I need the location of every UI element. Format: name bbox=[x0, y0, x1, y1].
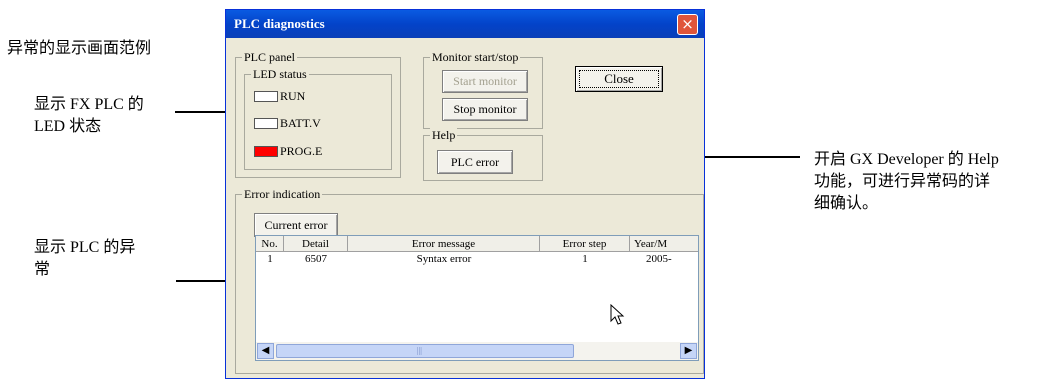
help-note-line2: 功能，可进行异常码的详 bbox=[814, 173, 991, 190]
led-note: 显示 FX PLC 的 LED 状态 bbox=[34, 94, 144, 138]
row-error-message: Syntax error bbox=[416, 253, 472, 265]
row-no: 1 bbox=[267, 253, 273, 265]
column-header-no[interactable]: No. bbox=[256, 236, 284, 252]
arrow-cursor-icon bbox=[610, 304, 625, 325]
scroll-thumb[interactable]: ||| bbox=[276, 344, 574, 358]
scroll-grip-icon: ||| bbox=[417, 346, 422, 355]
column-header-detail[interactable]: Detail bbox=[284, 236, 348, 252]
window-title: PLC diagnostics bbox=[234, 16, 325, 31]
led-prog-label: PROG.E bbox=[280, 144, 323, 158]
led-note-line1: 显示 FX PLC 的 bbox=[34, 96, 144, 113]
led-status-label: LED status bbox=[251, 67, 309, 81]
start-monitor-button[interactable]: Start monitor bbox=[442, 70, 528, 93]
close-icon[interactable]: × bbox=[677, 14, 698, 35]
column-header-error-message[interactable]: Error message bbox=[348, 236, 540, 252]
horizontal-scrollbar[interactable]: ◀ ||| ▶ bbox=[256, 342, 698, 360]
title-note: 异常的显示画面范例 bbox=[7, 40, 152, 57]
led-run-indicator bbox=[254, 91, 278, 102]
led-status-group: LED status RUN BATT.V PROG.E bbox=[244, 67, 392, 170]
plc-panel-label: PLC panel bbox=[242, 50, 297, 64]
plc-error-button[interactable]: PLC error bbox=[437, 150, 513, 174]
error-list[interactable]: No. Detail Error message Error step Year… bbox=[255, 235, 699, 361]
error-note-line1: 显示 PLC 的异 bbox=[34, 239, 136, 256]
led-run-label: RUN bbox=[280, 89, 306, 103]
led-prog-indicator bbox=[254, 146, 278, 157]
plc-panel-group: PLC panel LED status RUN BATT.V PROG.E bbox=[235, 50, 401, 178]
help-group: Help PLC error bbox=[423, 128, 543, 181]
led-batt-indicator bbox=[254, 118, 278, 129]
error-note-line2: 常 bbox=[34, 261, 51, 278]
title-bar: PLC diagnostics × bbox=[226, 10, 704, 38]
scroll-right-icon[interactable]: ▶ bbox=[680, 343, 697, 359]
column-header-year[interactable]: Year/M bbox=[630, 236, 698, 252]
row-detail: 6507 bbox=[305, 253, 327, 265]
help-note: 开启 GX Developer 的 Help 功能，可进行异常码的详 细确认。 bbox=[814, 149, 1054, 215]
plc-diagnostics-window: PLC diagnostics × PLC panel LED status R… bbox=[225, 9, 705, 379]
help-label: Help bbox=[430, 128, 458, 142]
error-indication-label: Error indication bbox=[242, 187, 323, 201]
row-error-step: 1 bbox=[582, 253, 588, 265]
current-error-button[interactable]: Current error bbox=[254, 213, 338, 237]
column-header-error-step[interactable]: Error step bbox=[540, 236, 630, 252]
scroll-left-icon[interactable]: ◀ bbox=[257, 343, 274, 359]
monitor-label: Monitor start/stop bbox=[430, 50, 521, 64]
close-button[interactable]: Close bbox=[575, 66, 663, 92]
error-note: 显示 PLC 的异 常 bbox=[34, 237, 135, 281]
led-note-line2: LED 状态 bbox=[34, 118, 102, 135]
monitor-group: Monitor start/stop Start monitor Stop mo… bbox=[423, 50, 543, 129]
led-batt-label: BATT.V bbox=[280, 116, 321, 130]
stop-monitor-button[interactable]: Stop monitor bbox=[442, 98, 528, 121]
row-year: 2005- bbox=[646, 253, 672, 265]
help-note-line1: 开启 GX Developer 的 Help bbox=[814, 151, 999, 168]
help-note-line3: 细确认。 bbox=[814, 195, 879, 212]
